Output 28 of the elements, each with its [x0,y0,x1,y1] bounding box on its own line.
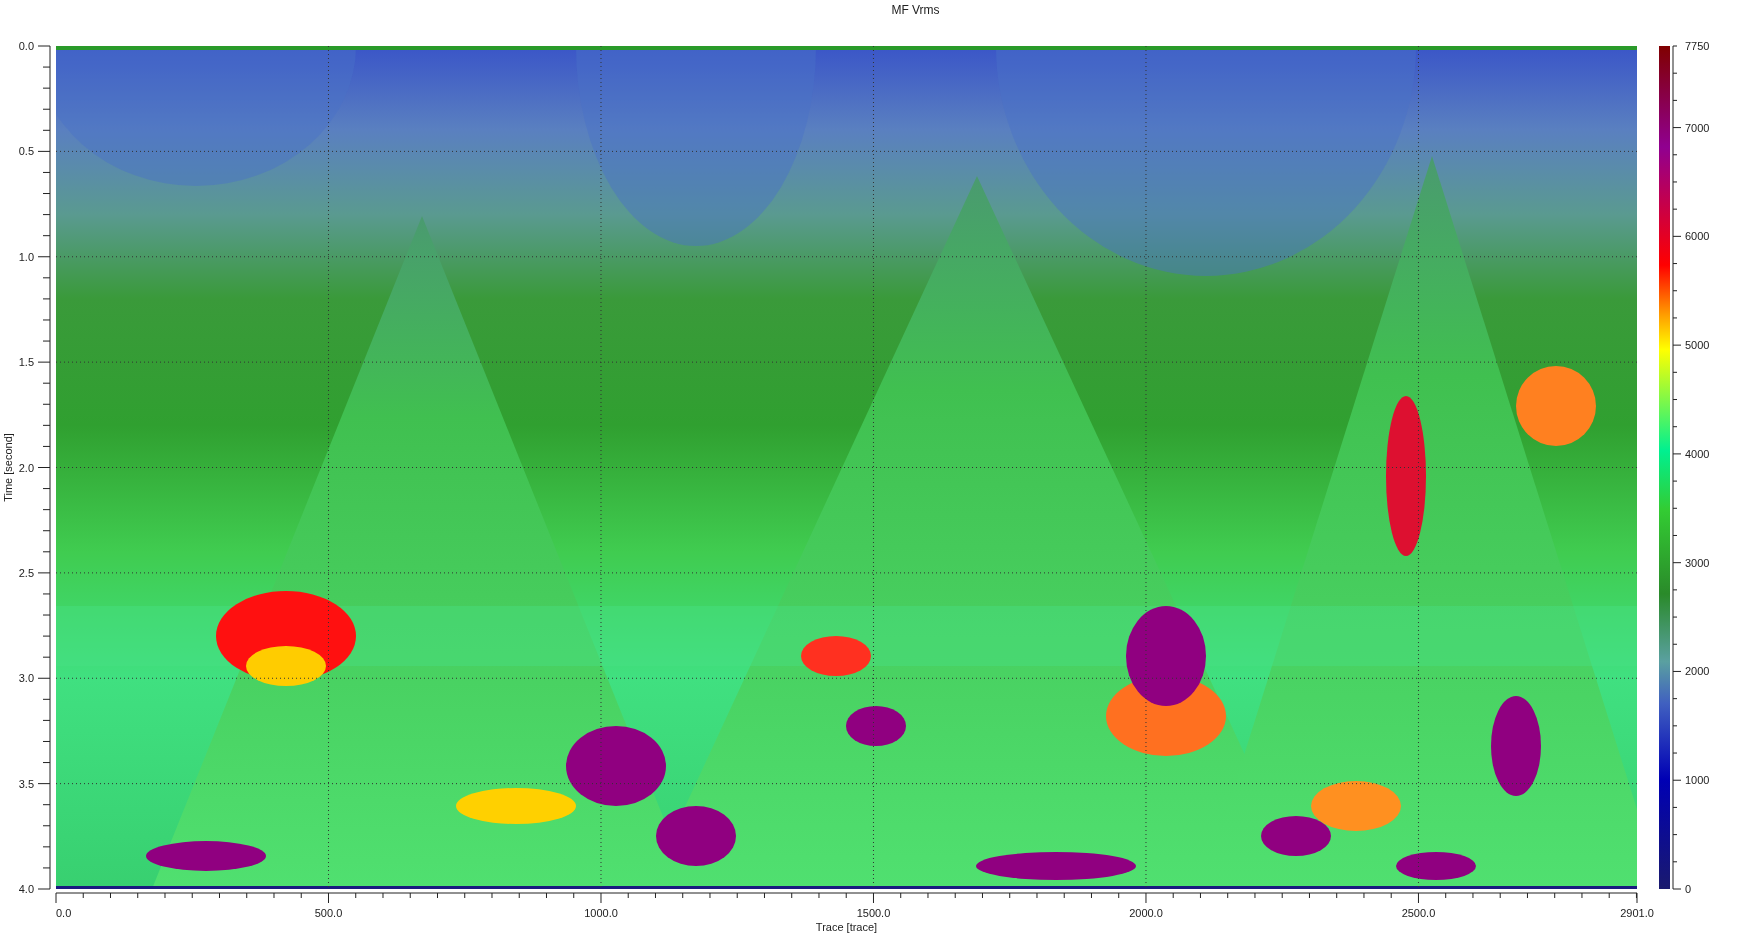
y-tick-label: 0.0 [18,40,34,52]
color-scale-label: 1000 [1685,774,1710,787]
color-scale-label: 3000 [1685,556,1710,569]
y-tick-label: 0.5 [18,145,34,158]
color-scale-label: 2000 [1685,665,1710,678]
y-tick-label: 2.0 [18,461,34,474]
x-tick-label: 1000.0 [584,907,618,919]
color-scale-label: 4000 [1685,447,1710,460]
y-tick-label: 3.5 [18,777,34,790]
x-tick-label: 500.0 [314,907,343,919]
y-tick-label: 1.0 [18,250,34,263]
y-tick-label: 2.5 [18,566,34,579]
color-scale-label: 7000 [1685,121,1710,134]
y-tick-label: 4.0 [18,883,34,895]
y-tick-label: 3.0 [18,672,34,685]
x-tick-label: 2901.0 [1620,907,1654,919]
x-tick-label: 0.0 [56,907,72,919]
x-tick-label: 2500.0 [1401,907,1436,919]
x-tick-label: 2000.0 [1129,907,1163,919]
x-tick-label: 1500.0 [856,907,891,919]
chart-title: MF Vrms [891,2,940,19]
y-tick-label: 1.5 [18,356,34,369]
x-axis-label: Trace [trace] [815,921,878,933]
color-scale-label: 5000 [1685,339,1710,352]
color-scale-label: 6000 [1685,230,1710,243]
color-scale-label: 7750 [1685,40,1710,52]
y-axis-label: Time [second] [2,433,14,502]
color-scale-label: 0 [1685,883,1692,895]
